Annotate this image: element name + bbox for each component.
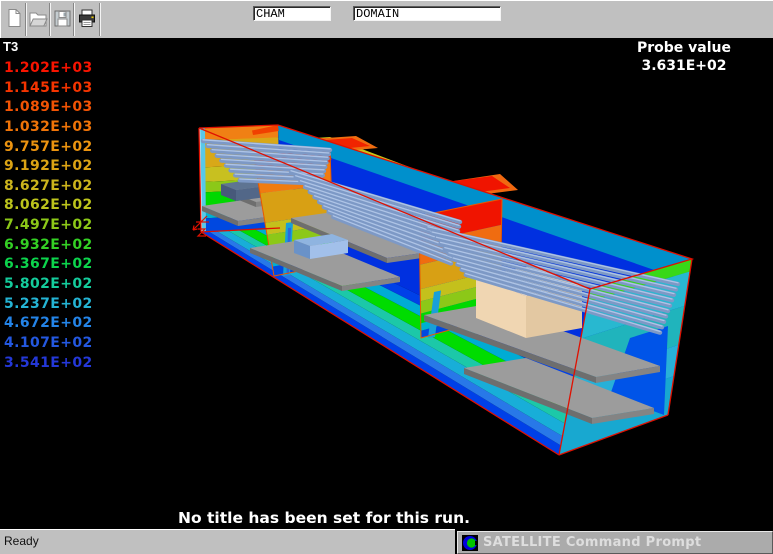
satellite-icon <box>462 535 478 551</box>
legend-value: 1.089E+03 <box>4 99 100 119</box>
open-folder-icon <box>27 7 49 29</box>
contour-scene[interactable] <box>0 38 773 528</box>
plotted-variable-label: T3 <box>3 39 18 54</box>
legend-value: 9.192E+02 <box>4 158 100 178</box>
print-icon <box>76 7 98 29</box>
application-window: T3 1.202E+03 1.145E+03 1.089E+03 1.032E+… <box>0 0 773 554</box>
contour-legend: 1.202E+03 1.145E+03 1.089E+03 1.032E+03 … <box>4 60 100 374</box>
open-file-button[interactable] <box>27 3 49 36</box>
new-document-icon <box>3 7 25 29</box>
probe-label: Probe value <box>637 40 731 58</box>
legend-value: 5.237E+02 <box>4 296 100 316</box>
legend-value: 6.367E+02 <box>4 256 100 276</box>
toolbar-separator <box>99 3 101 36</box>
status-bar: Ready SATELLITE Command Prompt <box>0 528 773 554</box>
domain-field[interactable] <box>353 6 501 21</box>
legend-value: 8.062E+02 <box>4 197 100 217</box>
legend-value: 1.202E+03 <box>4 60 100 80</box>
graphics-viewport[interactable]: T3 1.202E+03 1.145E+03 1.089E+03 1.032E+… <box>0 38 773 528</box>
toolbar-separator <box>73 3 75 36</box>
legend-value: 6.932E+02 <box>4 237 100 257</box>
taskbar-button-label: SATELLITE Command Prompt <box>483 535 701 550</box>
new-file-button[interactable] <box>3 3 25 36</box>
legend-value: 3.541E+02 <box>4 355 100 375</box>
legend-value: 7.497E+02 <box>4 217 100 237</box>
cham-field[interactable] <box>253 6 331 21</box>
legend-value: 5.802E+02 <box>4 276 100 296</box>
legend-value: 1.145E+03 <box>4 80 100 100</box>
save-button[interactable] <box>51 3 73 36</box>
legend-value: 8.627E+02 <box>4 178 100 198</box>
legend-value: 9.757E+02 <box>4 139 100 159</box>
taskbar-button-satellite[interactable]: SATELLITE Command Prompt <box>457 531 773 554</box>
probe-readout: Probe value 3.631E+02 <box>637 40 731 75</box>
status-text: Ready <box>0 529 455 554</box>
run-title-message: No title has been set for this run. <box>178 509 470 527</box>
toolbar <box>0 0 773 38</box>
print-button[interactable] <box>76 3 98 36</box>
legend-value: 1.032E+03 <box>4 119 100 139</box>
legend-value: 4.107E+02 <box>4 335 100 355</box>
save-icon <box>51 7 73 29</box>
probe-value: 3.631E+02 <box>637 58 731 76</box>
legend-value: 4.672E+02 <box>4 315 100 335</box>
